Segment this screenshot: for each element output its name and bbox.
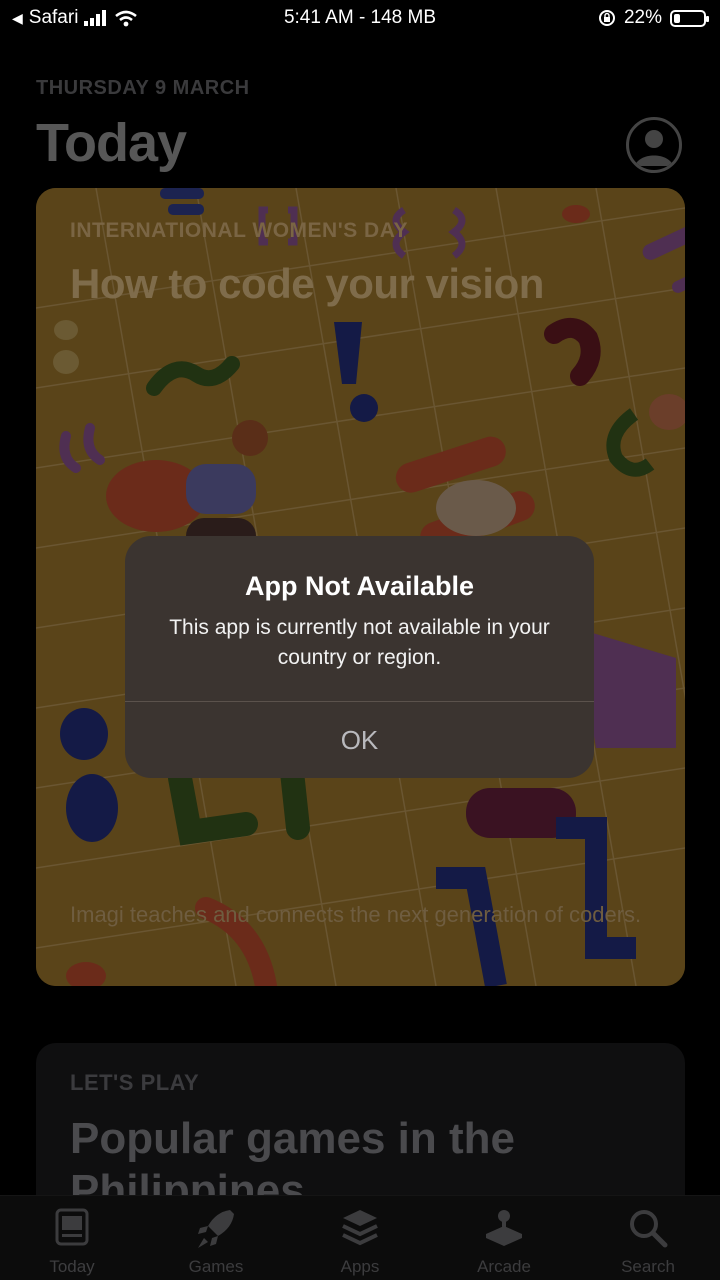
tab-today[interactable]: Today — [0, 1196, 144, 1280]
joystick-icon — [486, 1210, 522, 1246]
card-description: Imagi teaches and connects the next gene… — [70, 902, 642, 927]
orientation-lock-icon — [598, 10, 615, 26]
tab-arcade[interactable]: Arcade — [432, 1196, 576, 1280]
page-title: Today — [36, 113, 187, 173]
rocket-icon — [198, 1210, 234, 1248]
card2-eyebrow: LET'S PLAY — [70, 1070, 200, 1095]
alert-dialog: App Not Available This app is currently … — [125, 536, 594, 778]
tab-games[interactable]: Games — [144, 1196, 288, 1280]
card-headline: How to code your vision — [70, 260, 544, 307]
date-label: THURSDAY 9 MARCH — [36, 77, 250, 99]
tab-label: Search — [621, 1257, 675, 1276]
tab-search[interactable]: Search — [576, 1196, 720, 1280]
search-icon — [630, 1210, 668, 1248]
layers-icon — [342, 1210, 378, 1246]
tab-label: Apps — [340, 1257, 380, 1276]
tab-label: Today — [49, 1257, 95, 1276]
alert-title: App Not Available — [244, 571, 475, 601]
status-bar: ◀ Safari 5:41 AM - 148 MB 22% — [0, 0, 720, 38]
alert-message: This app is currently not available in y… — [169, 616, 550, 669]
card-eyebrow: INTERNATIONAL WOMEN'S DAY — [70, 219, 408, 242]
tab-bar: Today Games Apps Arcade Search — [0, 1195, 720, 1280]
today-icon — [55, 1208, 89, 1246]
tab-apps[interactable]: Apps — [288, 1196, 432, 1280]
account-avatar-icon[interactable] — [626, 117, 682, 173]
tab-label: Games — [188, 1257, 244, 1276]
tab-label: Arcade — [477, 1257, 531, 1276]
battery-icon — [670, 9, 709, 27]
ok-button[interactable]: OK — [125, 702, 594, 778]
battery-percent-label: 22% — [623, 7, 662, 28]
